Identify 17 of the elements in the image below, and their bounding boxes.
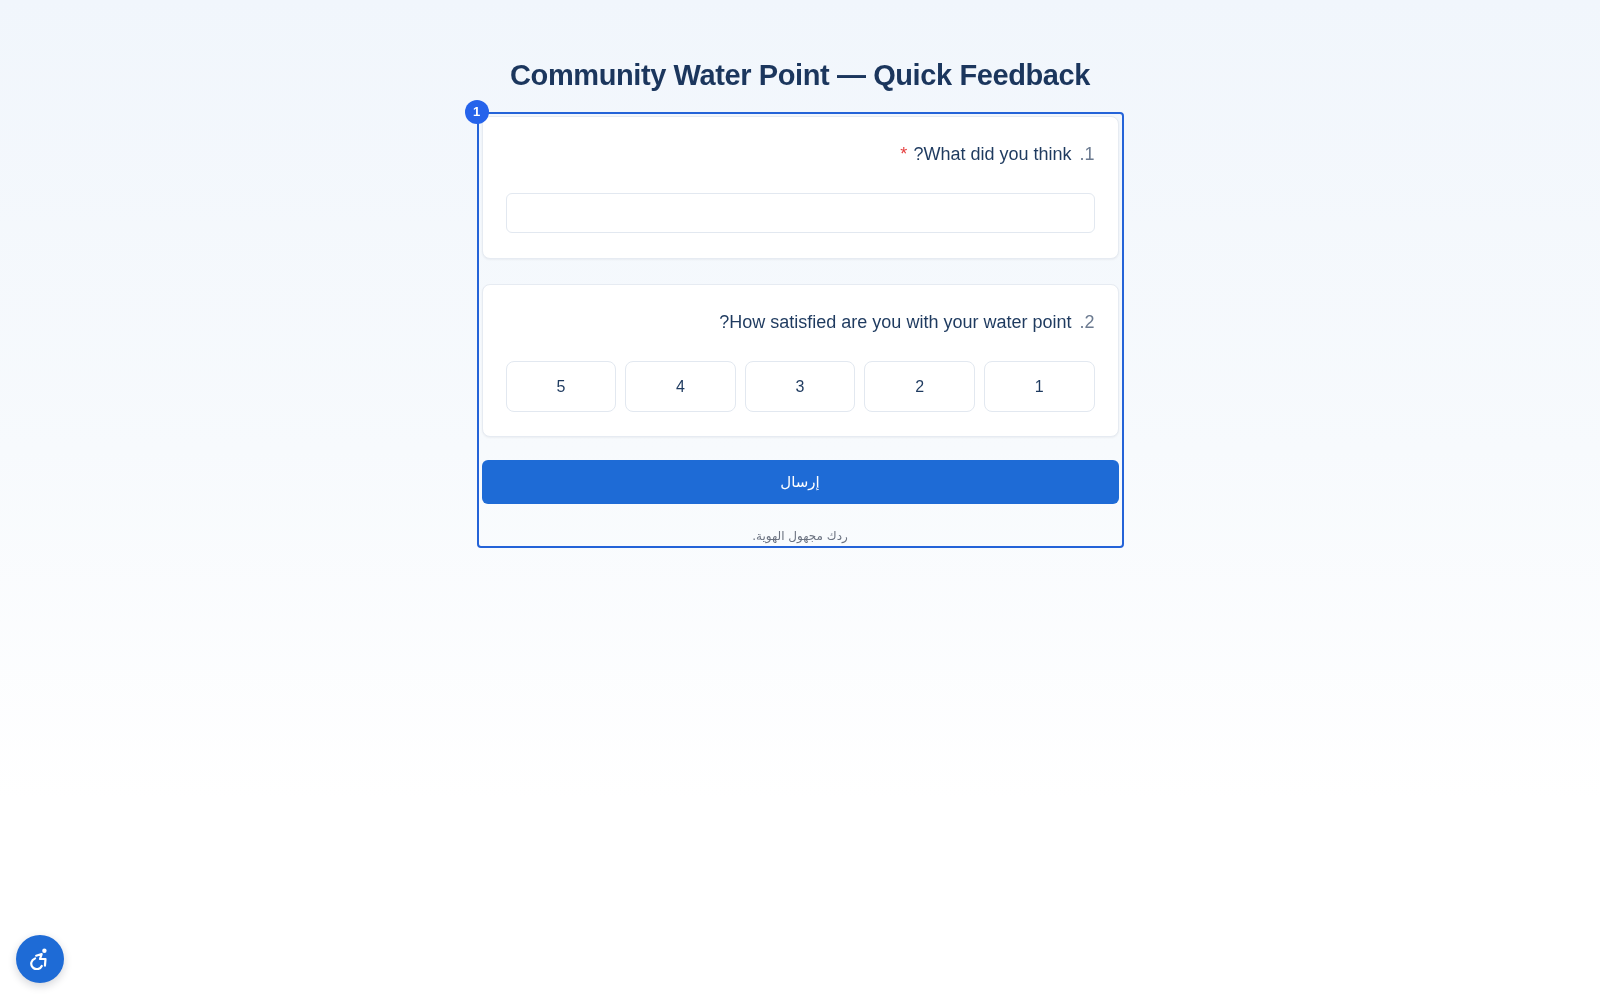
rating-option[interactable]: 1 [983,361,1095,412]
text-input[interactable] [505,193,1095,233]
question-label: What did you think? [913,143,1072,166]
submit-button[interactable]: إرسال [481,460,1119,504]
anonymity-note: ردك مجهول الهوية. [752,528,848,544]
question-label: How satisfied are you with your water point? [719,311,1072,334]
accessibility-button[interactable] [16,935,64,983]
rating-option[interactable]: 2 [864,361,975,412]
rating-option[interactable]: 3 [744,361,856,412]
required-mark: * [900,143,908,166]
rating-option[interactable]: 5 [505,361,617,412]
wheelchair-icon [30,948,50,970]
rating-option[interactable]: 4 [625,361,736,412]
question-number: 2. [1079,311,1095,334]
number-badge: 1 [464,100,489,124]
page-title: Community Water Point — Quick Feedback [510,58,1090,93]
question-number: 1. [1079,143,1095,166]
